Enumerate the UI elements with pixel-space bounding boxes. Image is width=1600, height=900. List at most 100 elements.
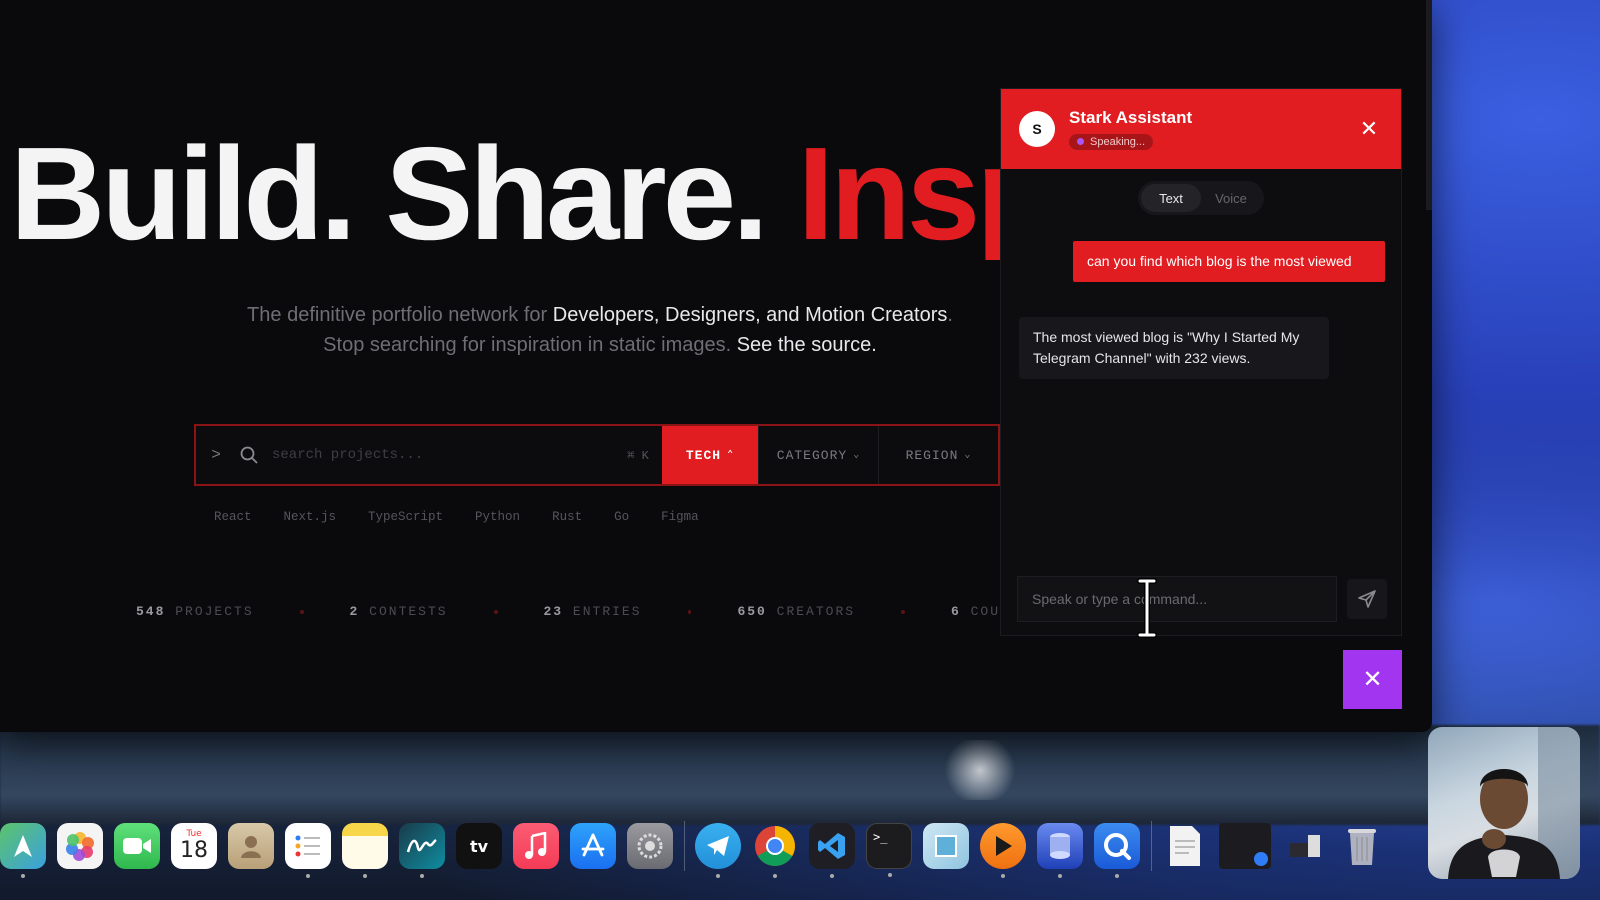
region-filter-dropdown[interactable]: REGION ⌄ xyxy=(878,426,998,484)
category-filter-dropdown[interactable]: CATEGORY ⌄ xyxy=(758,426,878,484)
assistant-header: S Stark Assistant Speaking... ✕ xyxy=(1001,89,1401,169)
tech-chip[interactable]: Python xyxy=(461,504,534,530)
command-input[interactable] xyxy=(1017,576,1337,622)
tech-chip[interactable]: React xyxy=(200,504,266,530)
facetime-icon[interactable] xyxy=(114,823,160,869)
send-button[interactable] xyxy=(1347,579,1387,619)
tech-chip[interactable]: TypeScript xyxy=(354,504,457,530)
trash-icon[interactable] xyxy=(1339,823,1385,869)
downloads-icon[interactable] xyxy=(1282,823,1328,869)
apple-tv-icon[interactable]: tv xyxy=(456,823,502,869)
assistant-name: Stark Assistant xyxy=(1069,107,1193,127)
send-icon xyxy=(1358,590,1376,608)
mode-text-tab[interactable]: Text xyxy=(1141,184,1201,212)
window-scrollbar[interactable] xyxy=(1426,0,1432,210)
subtitle-highlight: Developers, Designers, and Motion Creato… xyxy=(552,304,948,326)
notes-icon[interactable] xyxy=(342,823,388,878)
prompt-chevron: > xyxy=(211,446,221,464)
stat-value: 2 xyxy=(349,604,360,619)
running-indicator xyxy=(1058,874,1062,878)
stat-value: 23 xyxy=(543,604,564,619)
running-indicator xyxy=(716,874,720,878)
preview-icon[interactable] xyxy=(923,823,969,869)
app-store-icon[interactable] xyxy=(570,823,616,869)
running-indicator xyxy=(888,873,892,877)
tech-filter-button[interactable]: TECH ⌃ xyxy=(662,426,758,484)
reminders-icon[interactable] xyxy=(285,823,331,878)
webcam-overlay xyxy=(1428,727,1580,879)
chevron-down-icon: ⌄ xyxy=(964,450,972,461)
stat-value: 6 xyxy=(950,604,961,619)
chevron-up-icon: ⌃ xyxy=(727,450,735,461)
running-indicator xyxy=(773,874,777,878)
stats-row: 548 PROJECTS 2 CONTESTS 23 ENTRIES 650 C… xyxy=(136,604,1000,619)
close-icon[interactable]: ✕ xyxy=(1355,116,1383,142)
category-filter-label: CATEGORY xyxy=(776,447,848,463)
running-indicator xyxy=(306,874,310,878)
music-icon[interactable] xyxy=(513,823,559,869)
chevron-down-icon: ⌄ xyxy=(853,450,861,461)
maps-icon[interactable] xyxy=(0,823,46,878)
stat-label: CREATORS xyxy=(776,604,856,619)
subtitle-text: Stop searching for inspiration in static… xyxy=(323,334,737,356)
subtitle-text: . xyxy=(947,304,953,326)
hero-title-main: Build. Share. xyxy=(10,128,798,260)
status-text: Speaking... xyxy=(1090,135,1146,148)
stat-entries: 23 ENTRIES xyxy=(544,604,642,619)
tech-chip[interactable]: Go xyxy=(600,504,643,530)
running-indicator xyxy=(420,874,424,878)
command-input-row xyxy=(1017,575,1387,623)
avatar: S xyxy=(1019,111,1055,147)
contacts-icon[interactable] xyxy=(228,823,274,869)
keyboard-shortcut: ⌘ K xyxy=(627,448,649,463)
system-settings-icon[interactable] xyxy=(627,823,673,869)
search-input[interactable] xyxy=(262,426,614,484)
tech-chip[interactable]: Rust xyxy=(538,504,596,530)
stat-value: 548 xyxy=(136,604,166,619)
document-icon[interactable] xyxy=(1162,823,1208,869)
tech-filter-label: TECH xyxy=(685,447,722,463)
vscode-icon[interactable] xyxy=(809,823,855,878)
stat-separator xyxy=(493,609,498,614)
telegram-icon[interactable] xyxy=(695,823,741,878)
stat-separator xyxy=(299,609,304,614)
subtitle-text: The definitive portfolio network for xyxy=(247,304,553,326)
region-filter-label: REGION xyxy=(905,447,959,463)
mode-toggle: Text Voice xyxy=(1138,181,1264,215)
assistant-message: The most viewed blog is "Why I Started M… xyxy=(1019,317,1329,379)
stat-label: COU xyxy=(970,604,1000,619)
mode-voice-tab[interactable]: Voice xyxy=(1201,184,1261,212)
running-indicator xyxy=(21,874,25,878)
running-indicator xyxy=(1115,874,1119,878)
photos-icon[interactable] xyxy=(57,823,103,869)
stat-label: ENTRIES xyxy=(572,604,642,619)
calendar-icon[interactable]: Tue 18 xyxy=(171,823,217,869)
speaking-dot-icon xyxy=(1077,138,1084,146)
stat-label: CONTESTS xyxy=(369,604,448,619)
running-indicator xyxy=(830,874,834,878)
db-browser-icon[interactable] xyxy=(1037,823,1083,878)
webcam-person-image xyxy=(1448,727,1580,879)
quicktime-icon[interactable] xyxy=(1094,823,1140,878)
dock-divider xyxy=(684,821,685,871)
hero-title-accent: Insp xyxy=(797,128,1001,260)
stat-contests: 2 CONTESTS xyxy=(350,604,448,619)
dock: Tue 18 tv >_ xyxy=(0,808,1430,884)
assistant-titles: Stark Assistant Speaking... xyxy=(1069,108,1355,151)
user-message: can you find which blog is the most view… xyxy=(1073,241,1385,282)
tv-label: tv xyxy=(469,836,489,856)
running-indicator xyxy=(1001,874,1005,878)
screenshot-window-icon[interactable] xyxy=(1219,823,1271,869)
search-icon xyxy=(236,426,262,484)
assistant-panel: S Stark Assistant Speaking... ✕ Text Voi… xyxy=(1000,88,1402,636)
tech-chip[interactable]: Next.js xyxy=(270,504,351,530)
running-indicator xyxy=(363,874,367,878)
tech-chip[interactable]: Figma xyxy=(647,504,713,530)
assistant-close-fab[interactable]: ✕ xyxy=(1343,650,1402,709)
stat-label: PROJECTS xyxy=(175,604,254,619)
infuse-icon[interactable] xyxy=(980,823,1026,878)
text-cursor-icon xyxy=(1137,578,1157,638)
freeform-icon[interactable] xyxy=(399,823,445,878)
chrome-icon[interactable] xyxy=(752,823,798,878)
terminal-icon[interactable]: >_ xyxy=(866,823,912,877)
